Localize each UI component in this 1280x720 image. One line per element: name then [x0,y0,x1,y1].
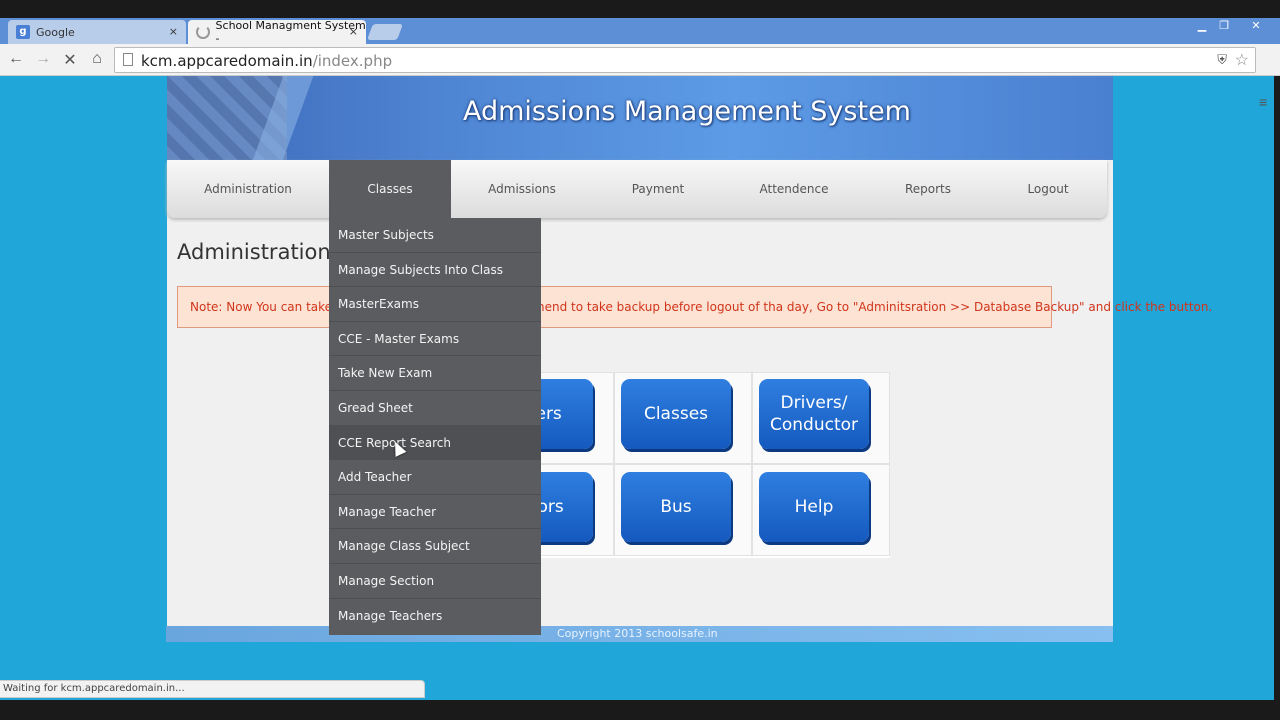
tab-school-system[interactable]: School Managment System - × [188,19,366,45]
address-bar[interactable]: kcm.appcaredomain.in/index.php ⛨ ☆ [114,47,1256,73]
classes-button[interactable]: Classes [621,379,731,449]
google-favicon-icon: g [16,25,30,39]
site-footer: Copyright 2013 schoolsafe.in [166,626,1113,642]
page-icon [123,53,133,66]
tile-cell: Help [752,464,890,556]
drivers-conductor-button[interactable]: Drivers/ Conductor [759,379,869,449]
site-banner: Admissions Management System [167,76,1113,160]
nav-attendence[interactable]: Attendence [723,160,865,218]
tile-cell: Classes [614,372,752,464]
main-nav: Administration Classes Admissions Paymen… [167,160,1107,218]
help-button[interactable]: Help [759,472,869,542]
menu-manage-teacher[interactable]: Manage Teacher [329,495,541,530]
forward-arrow-icon[interactable]: → [33,50,53,68]
nav-reports[interactable]: Reports [865,160,991,218]
tab-title: Google [36,25,75,39]
nav-administration[interactable]: Administration [167,160,329,218]
bus-button[interactable]: Bus [621,472,731,542]
nav-admissions[interactable]: Admissions [451,160,593,218]
menu-manage-class-subject[interactable]: Manage Class Subject [329,529,541,564]
menu-manage-subjects-into-class[interactable]: Manage Subjects Into Class [329,253,541,288]
tab-strip: g Google × School Managment System - × ▁… [0,18,1280,45]
menu-cce-master-exams[interactable]: CCE - Master Exams [329,322,541,357]
status-bar: Waiting for kcm.appcaredomain.in... [0,680,425,698]
menu-cce-report-search[interactable]: CCE Report Search [329,425,541,461]
menu-master-exams[interactable]: MasterExams [329,287,541,322]
new-tab-button[interactable] [367,24,403,40]
menu-manage-teachers[interactable]: Manage Teachers [329,599,541,634]
tile-cell: Bus [614,464,752,556]
restore-icon[interactable]: ❐ [1214,19,1234,32]
nav-classes[interactable]: Classes [329,160,451,218]
menu-add-teacher[interactable]: Add Teacher [329,460,541,495]
nav-payment[interactable]: Payment [593,160,723,218]
backup-note: Note: Now You can take a backup of datab… [177,286,1212,328]
site-title: Admissions Management System [463,96,911,127]
menu-master-subjects[interactable]: Master Subjects [329,218,541,253]
close-window-icon[interactable]: ✕ [1246,19,1266,32]
home-icon[interactable]: ⌂ [87,50,107,68]
menu-manage-section[interactable]: Manage Section [329,564,541,599]
menu-take-new-exam[interactable]: Take New Exam [329,356,541,391]
url-text[interactable]: kcm.appcaredomain.in/index.php [141,52,392,70]
back-arrow-icon[interactable]: ← [6,50,26,68]
stop-loading-icon[interactable]: ✕ [60,50,80,70]
tab-title: School Managment System - [215,19,366,45]
extension-icon[interactable]: ⛨ [1217,52,1227,68]
minimize-icon[interactable]: ▁ [1192,19,1212,32]
menu-gread-sheet[interactable]: Gread Sheet [329,391,541,426]
window-bottom [0,700,1280,720]
classes-dropdown: Master Subjects Manage Subjects Into Cla… [329,218,541,635]
window-border [1274,76,1280,700]
loading-spinner-icon [196,25,210,39]
tile-cell: Drivers/ Conductor [752,372,890,464]
window-titlebar [0,0,1280,20]
bookmark-star-icon[interactable]: ☆ [1235,50,1249,70]
browser-toolbar: ← → ✕ ⌂ kcm.appcaredomain.in/index.php ⛨… [0,44,1280,110]
tab-google[interactable]: g Google × [8,20,186,44]
tab-close-icon[interactable]: × [169,25,178,38]
page-title: Administration [177,240,331,264]
tab-close-icon[interactable]: × [349,25,358,38]
copyright-text: Copyright 2013 schoolsafe.in [557,627,718,640]
nav-logout[interactable]: Logout [991,160,1105,218]
chrome-menu-icon[interactable]: ≡ [1259,94,1267,110]
